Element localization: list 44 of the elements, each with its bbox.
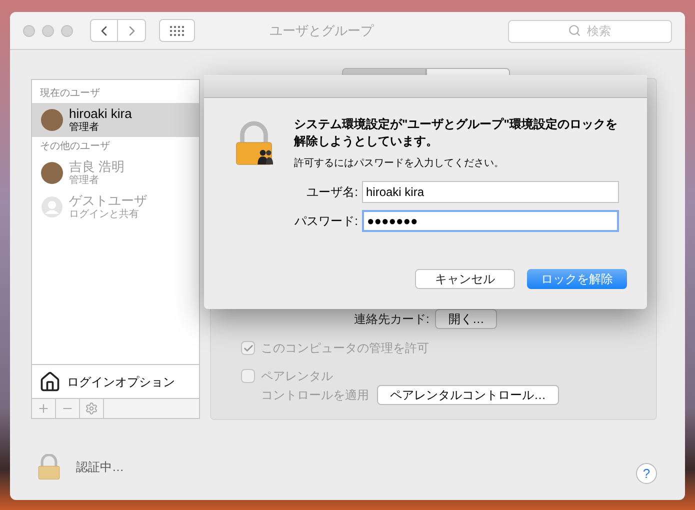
field-label: パスワード: (294, 212, 358, 230)
user-name: ゲストユーザ (69, 194, 147, 208)
user-role: 管理者 (69, 122, 100, 134)
section-heading: 現在のユーザ (39, 87, 101, 101)
search-field[interactable]: 検索 (508, 20, 672, 42)
lock-icon (36, 454, 62, 480)
user-role: ログインと共有 (69, 208, 140, 220)
grid-icon (170, 26, 184, 36)
dialog-message: 許可するにはパスワードを入力してください。 (294, 156, 505, 171)
checkbox[interactable] (241, 341, 255, 355)
close-button[interactable] (23, 24, 35, 36)
guest-avatar-icon (41, 196, 63, 218)
checkbox-label: このコンピュータの管理を許可 (261, 340, 429, 357)
checkbox[interactable] (241, 369, 255, 383)
user-name: 吉良 浩明 (69, 160, 125, 174)
field-label: ユーザ名: (306, 184, 358, 201)
user-role: 管理者 (69, 174, 100, 186)
cancel-button[interactable]: キャンセル (415, 269, 515, 289)
back-button[interactable] (90, 19, 118, 42)
gear-icon (85, 402, 98, 415)
avatar-photo (41, 109, 63, 131)
parental-controls-button[interactable]: ペアレンタルコントロール… (377, 385, 559, 405)
search-icon (568, 24, 581, 37)
contact-card-label: 連絡先カード: (354, 311, 430, 328)
checkmark-icon (242, 342, 254, 354)
help-button[interactable]: ? (636, 463, 657, 484)
text-field[interactable]: hiroaki kira (362, 180, 619, 203)
zoom-button[interactable] (61, 24, 73, 36)
avatar-photo (41, 162, 63, 184)
user-item[interactable]: hiroaki kira 管理者 (32, 103, 199, 137)
text-field[interactable]: ●●●●●●● (362, 210, 619, 232)
dialog-title: システム環境設定が"ユーザとグループ"環境設定のロックを解除しようとしています。 (294, 116, 618, 150)
window-title: ユーザとグループ (270, 22, 374, 40)
house-icon (39, 370, 61, 392)
checkbox-label: ペアレンタル (261, 368, 334, 385)
section-heading: その他のユーザ (39, 140, 111, 154)
user-name: hiroaki kira (69, 106, 132, 122)
checkbox-label: コントロールを適用 (261, 387, 369, 404)
plus-icon (37, 402, 50, 415)
minimize-button[interactable] (42, 24, 54, 36)
open-button[interactable]: 開く… (435, 309, 498, 329)
status-text: 認証中… (76, 459, 124, 476)
grid-button[interactable] (159, 19, 195, 42)
forward-button[interactable] (118, 19, 146, 42)
